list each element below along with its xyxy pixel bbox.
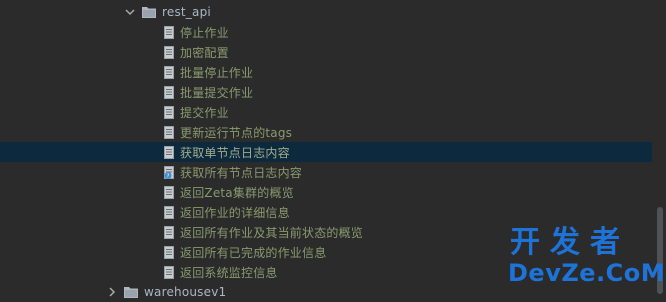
tree-folder-label: rest_api — [162, 5, 211, 19]
tree-item-label: 获取所有节点日志内容 — [180, 165, 303, 180]
document-icon — [164, 105, 174, 119]
tree-item[interactable]: 返回Zeta集群的概览 — [0, 182, 652, 202]
tree-item-label: 返回所有作业及其当前状态的概览 — [180, 225, 364, 240]
watermark-line2: DevZe.CoM — [508, 259, 666, 287]
document-icon — [164, 225, 174, 239]
watermark-line1: 开发者 — [510, 225, 630, 260]
watermark-logo: 开发者 DevZe.CoM — [508, 225, 665, 290]
svg-text:?: ? — [167, 173, 170, 179]
tree-item-selected[interactable]: 获取单节点日志内容 — [0, 142, 652, 162]
tree-item[interactable]: ? 获取所有节点日志内容 — [0, 162, 652, 182]
tree-item[interactable]: 提交作业 — [0, 102, 652, 122]
tree-item[interactable]: 更新运行节点的tags — [0, 122, 652, 142]
tree-item[interactable]: 批量停止作业 — [0, 62, 652, 82]
folder-icon — [142, 6, 156, 18]
document-icon — [164, 145, 174, 159]
tree-item-label: 批量提交作业 — [180, 85, 254, 100]
document-icon — [164, 65, 174, 79]
tree-item-label: 返回系统监控信息 — [180, 265, 278, 280]
tree-item-label: 停止作业 — [180, 25, 229, 40]
chevron-down-icon[interactable] — [124, 6, 136, 18]
document-icon — [164, 125, 174, 139]
tree-item-label: 获取单节点日志内容 — [180, 145, 290, 160]
tree-folder-label: warehousev1 — [144, 285, 227, 299]
tree-item-label: 更新运行节点的tags — [180, 125, 293, 140]
document-question-icon: ? — [164, 165, 174, 179]
document-icon — [164, 265, 174, 279]
tree-item-label: 返回作业的详细信息 — [180, 205, 290, 220]
document-icon — [164, 45, 174, 59]
tree-item-label: 返回Zeta集群的概览 — [180, 185, 294, 200]
chevron-right-icon[interactable] — [106, 286, 118, 298]
tree-item-label: 返回所有已完成的作业信息 — [180, 245, 327, 260]
tree-folder-rest-api[interactable]: rest_api — [0, 2, 652, 22]
document-icon — [164, 185, 174, 199]
document-icon — [164, 25, 174, 39]
document-icon — [164, 85, 174, 99]
tree-item[interactable]: 批量提交作业 — [0, 82, 652, 102]
tree-item-label: 提交作业 — [180, 105, 229, 120]
tree-item-label: 批量停止作业 — [180, 65, 254, 80]
tree-item[interactable]: 停止作业 — [0, 22, 652, 42]
document-icon — [164, 245, 174, 259]
tree-item[interactable]: 返回作业的详细信息 — [0, 202, 652, 222]
tree-item-label: 加密配置 — [180, 45, 229, 60]
tree-item[interactable]: 加密配置 — [0, 42, 652, 62]
folder-icon — [124, 286, 138, 298]
document-icon — [164, 205, 174, 219]
